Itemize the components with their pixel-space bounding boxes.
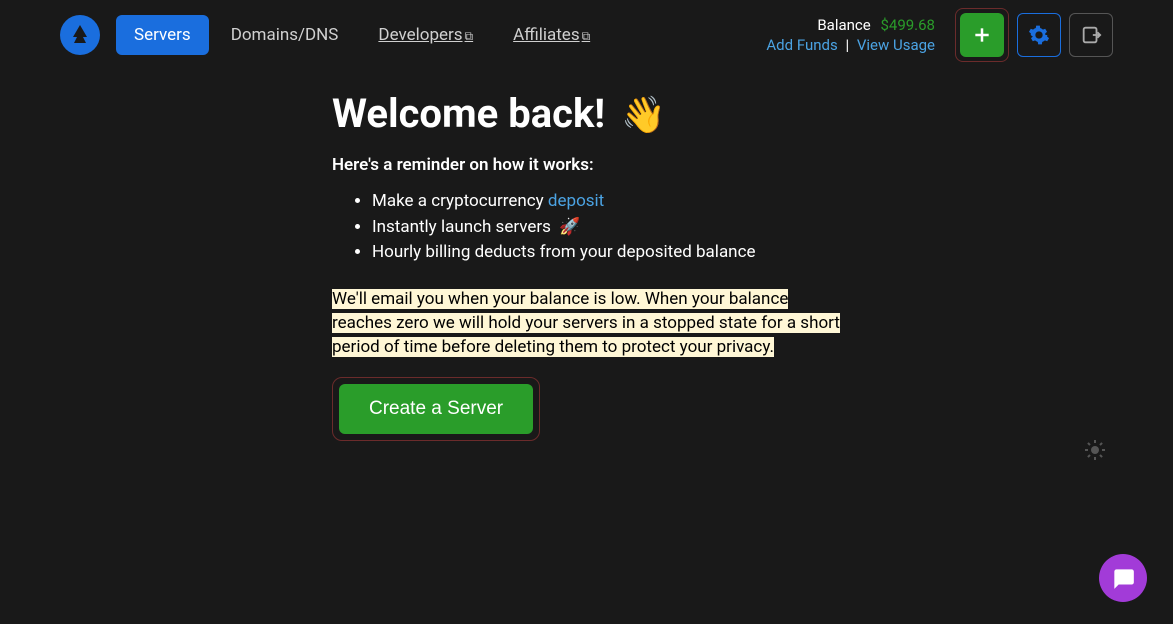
add-funds-link[interactable]: Add Funds [766, 36, 837, 54]
welcome-heading: Welcome back! 👋 [332, 90, 840, 137]
nav-servers[interactable]: Servers [116, 15, 209, 55]
nav-affiliates[interactable]: Affiliates⧉ [495, 15, 608, 55]
rocket-emoji: 🚀 [559, 217, 580, 237]
plus-icon [972, 25, 992, 45]
main-content: Welcome back! 👋 Here's a reminder on how… [0, 70, 840, 441]
list-item: Hourly billing deducts from your deposit… [372, 240, 840, 265]
sun-icon [1083, 438, 1107, 462]
chat-icon [1110, 565, 1136, 591]
bullet-text: Make a cryptocurrency [372, 191, 548, 211]
welcome-subtitle: Here's a reminder on how it works: [332, 155, 840, 175]
logout-button[interactable] [1069, 13, 1113, 57]
external-link-icon: ⧉ [582, 29, 591, 43]
welcome-title-text: Welcome back! [332, 90, 605, 137]
view-usage-link[interactable]: View Usage [857, 36, 935, 54]
add-button-highlight [955, 8, 1009, 62]
settings-button[interactable] [1017, 13, 1061, 57]
deposit-link[interactable]: deposit [548, 191, 604, 211]
external-link-icon: ⧉ [465, 29, 474, 43]
wave-emoji: 👋 [621, 94, 666, 136]
info-text: We'll email you when your balance is low… [332, 289, 840, 357]
separator: | [845, 36, 849, 54]
add-button[interactable] [960, 13, 1004, 57]
create-server-highlight: Create a Server [332, 377, 540, 441]
create-server-button[interactable]: Create a Server [339, 384, 533, 434]
nav-affiliates-label: Affiliates [513, 25, 579, 45]
how-it-works-list: Make a cryptocurrency deposit Instantly … [332, 189, 840, 265]
balance-section: Balance $499.68 Add Funds | View Usage [766, 16, 935, 54]
tree-icon [68, 23, 92, 47]
balance-label: Balance [817, 16, 870, 34]
logo[interactable] [60, 15, 100, 55]
main-nav: Servers Domains/DNS Developers⧉ Affiliat… [116, 15, 608, 55]
balance-info-box: We'll email you when your balance is low… [332, 287, 840, 359]
logout-icon [1080, 24, 1102, 46]
nav-developers-label: Developers [378, 25, 462, 45]
theme-toggle[interactable] [1083, 438, 1107, 466]
nav-developers[interactable]: Developers⧉ [360, 15, 491, 55]
gear-icon [1028, 24, 1050, 46]
list-item: Instantly launch servers 🚀 [372, 215, 840, 240]
balance-amount: $499.68 [880, 16, 935, 34]
nav-domains[interactable]: Domains/DNS [213, 15, 357, 55]
bullet-text: Instantly launch servers [372, 217, 555, 237]
list-item: Make a cryptocurrency deposit [372, 189, 840, 214]
chat-support-button[interactable] [1099, 554, 1147, 602]
